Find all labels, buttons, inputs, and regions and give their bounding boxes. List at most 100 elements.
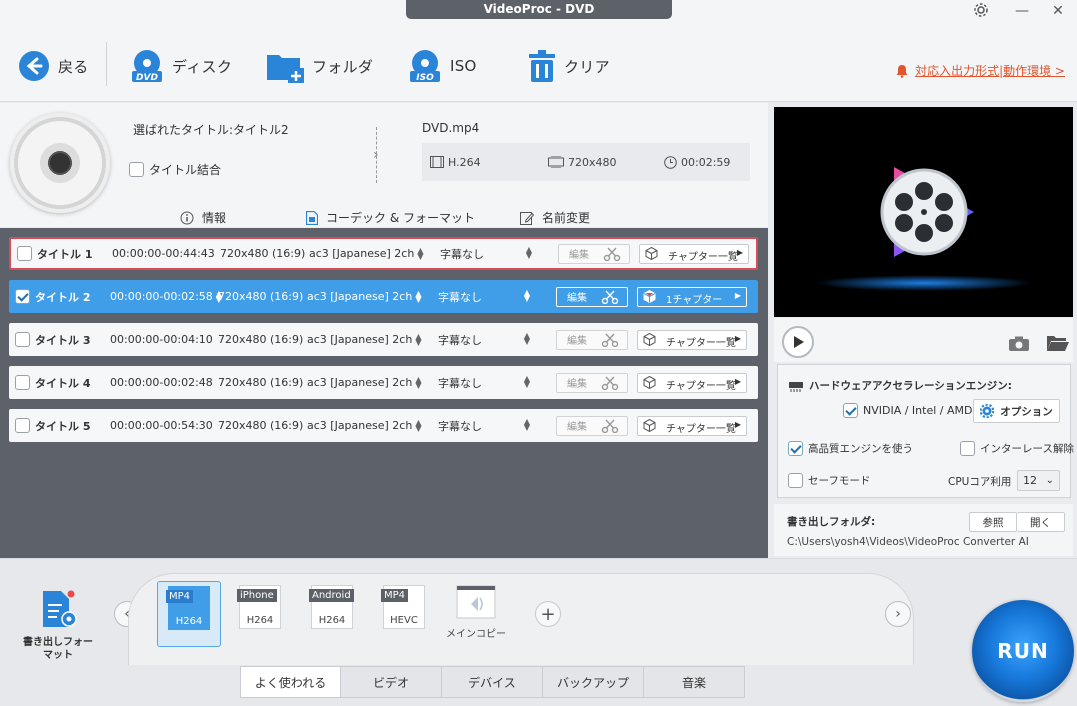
audio-track-select[interactable]: ac3 [Japanese] 2ch ▲ ▼ (307, 418, 422, 433)
title-row[interactable]: タイトル 3 00:00:00-00:04:10 720x480 (16:9) ac3… (9, 323, 758, 356)
chapter-list-button[interactable]: チャプター一覧 ▶ (639, 243, 749, 264)
title-time-text: 00:00:00-00:44:43 (112, 247, 215, 260)
output-codec: H.264 (448, 155, 481, 169)
title-checkbox[interactable] (15, 418, 30, 433)
merge-titles-checkbox[interactable]: タイトル結合 (129, 161, 221, 178)
hw-vendor-checkbox[interactable]: NVIDIA / Intel / AMD (843, 403, 972, 418)
back-button[interactable]: 戻る (18, 46, 89, 86)
title-resolution: 720x480 (16:9) (218, 290, 304, 303)
chapter-list-button[interactable]: 1チャプター ▶ (637, 286, 747, 307)
output-duration: 00:02:59 (681, 155, 731, 169)
toolbar-divider (106, 42, 107, 86)
gear-icon (980, 404, 995, 418)
tab-popular[interactable]: よく使われる (240, 666, 341, 698)
settings-gear-icon[interactable] (970, 2, 992, 20)
play-button[interactable] (782, 326, 814, 358)
dvd-disc-icon: DVD (132, 50, 162, 83)
chapter-list-button[interactable]: チャプター一覧 ▶ (637, 372, 747, 393)
edit-button[interactable]: 編集 (556, 329, 628, 350)
chapter-list-button[interactable]: チャプター一覧 ▶ (637, 329, 747, 350)
title-row[interactable]: タイトル 4 00:00:00-00:02:48 720x480 (16:9) ac3… (9, 366, 758, 399)
hq-engine-check[interactable] (788, 441, 803, 456)
title-time-range[interactable]: 00:00:00-00:54:30 (110, 419, 213, 432)
format-mp4-h264[interactable]: MP4 H264 (157, 581, 221, 647)
iso-button[interactable]: ISO ISO (408, 46, 477, 86)
subtitle-select[interactable]: 字幕なし ▲ ▼ (438, 331, 530, 348)
updown-icon: ▲ ▼ (523, 287, 530, 303)
subtitle-select[interactable]: 字幕なし ▲ ▼ (438, 417, 530, 434)
title-time-range[interactable]: 00:00:00-00:02:48 (110, 376, 213, 389)
audio-track-select[interactable]: ac3 [Japanese] 2ch ▲ ▼ (307, 290, 421, 304)
main-copy-icon (456, 585, 496, 619)
audio-track-select[interactable]: ac3 [Japanese] 2ch ▲ ▼ (309, 247, 423, 261)
caret-right-icon: ▶ (734, 376, 741, 386)
run-button[interactable]: RUN (972, 600, 1074, 702)
option-label: オプション (1000, 405, 1053, 418)
edit-button[interactable]: 編集 (556, 372, 628, 393)
hw-vendor-check[interactable] (843, 403, 858, 418)
edit-label: 編集 (567, 336, 587, 347)
edit-button[interactable]: 編集 (556, 415, 628, 436)
edit-label: 編集 (567, 379, 587, 390)
format-iphone-h264[interactable]: iPhone H264 (228, 581, 292, 647)
supported-formats-text: 対応入出力形式|動作環境 > (915, 64, 1065, 78)
title-checkbox[interactable] (15, 375, 30, 390)
safe-mode-check[interactable] (788, 473, 803, 488)
browse-button[interactable]: 参照 (969, 512, 1017, 532)
chapter-label: チャプター一覧 (666, 337, 736, 349)
audio-track-text: ac3 [Japanese] 2ch (307, 419, 413, 432)
updown-icon: ▲ ▼ (415, 418, 422, 433)
title-checkbox[interactable] (17, 246, 32, 261)
open-button[interactable]: 開く (1017, 512, 1065, 532)
option-button[interactable]: オプション (973, 399, 1060, 423)
title-time-range[interactable]: 00:00:00-00:04:10 (110, 333, 213, 346)
format-main-copy[interactable]: メインコピー (444, 581, 508, 647)
subtitle-select[interactable]: 字幕なし ▲ ▼ (438, 287, 530, 305)
scissors-icon (601, 419, 619, 433)
chapter-list-button[interactable]: チャプター一覧 ▶ (637, 415, 747, 436)
minimize-icon[interactable]: — (1011, 2, 1033, 20)
disc-button[interactable]: DVD ディスク (130, 46, 232, 86)
dvd-disc-image (10, 113, 110, 213)
trash-icon (529, 50, 555, 82)
export-format-button[interactable]: 書き出しフォーマット (22, 589, 94, 662)
open-folder-icon[interactable] (1046, 335, 1070, 352)
tab-music[interactable]: 音楽 (644, 666, 745, 698)
tab-info[interactable]: 情報 (180, 209, 226, 226)
tab-codec-format[interactable]: コーデック & フォーマット (306, 209, 475, 226)
tab-device[interactable]: デバイス (442, 666, 543, 698)
deinterlace-check[interactable] (960, 441, 975, 456)
safe-mode-checkbox[interactable]: セーフモード (788, 473, 870, 488)
hq-engine-checkbox[interactable]: 高品質エンジンを使う (788, 441, 913, 456)
subtitle-select[interactable]: 字幕なし ▲ ▼ (438, 374, 530, 391)
edit-label: 編集 (567, 293, 587, 304)
supported-formats-link[interactable]: 対応入出力形式|動作環境 > (895, 62, 1065, 79)
title-row[interactable]: タイトル 2 00:00:00-00:02:58 ▲ ▼ 720x480 (16:9) a… (9, 280, 758, 313)
title-row[interactable]: タイトル 5 00:00:00-00:54:30 720x480 (16:9) ac3… (9, 409, 758, 442)
format-android-h264[interactable]: Android H264 (300, 581, 364, 647)
audio-track-select[interactable]: ac3 [Japanese] 2ch ▲ ▼ (307, 333, 421, 347)
camera-icon[interactable] (1008, 336, 1030, 352)
format-mp4-hevc[interactable]: MP4 HEVC (372, 581, 436, 647)
tab-video[interactable]: ビデオ (341, 666, 442, 698)
format-next-button[interactable]: › (885, 601, 911, 627)
add-format-button[interactable]: + (535, 601, 561, 627)
audio-track-select[interactable]: ac3 [Japanese] 2ch ▲ ▼ (307, 376, 421, 390)
edit-button[interactable]: 編集 (556, 286, 628, 307)
title-checkbox[interactable] (15, 332, 30, 347)
clear-button[interactable]: クリア (528, 46, 610, 86)
edit-button[interactable]: 編集 (558, 243, 630, 264)
title-resolution: 720x480 (16:9) (218, 419, 304, 432)
tab-rename[interactable]: 名前変更 (520, 209, 590, 226)
title-row[interactable]: タイトル 1 00:00:00-00:44:43 720x480 (16:9) ac3… (9, 237, 758, 270)
folder-button[interactable]: フォルダ (266, 46, 373, 86)
cpu-core-select[interactable]: 12 ⌄ (1017, 470, 1060, 491)
subtitle-select[interactable]: 字幕なし ▲ ▼ (440, 245, 532, 262)
title-time-range[interactable]: 00:00:00-00:44:43 (112, 247, 215, 260)
title-checkbox[interactable] (15, 289, 30, 304)
tab-backup[interactable]: バックアップ (543, 666, 644, 698)
title-time-range[interactable]: 00:00:00-00:02:58 ▲ ▼ (110, 290, 222, 304)
merge-checkbox-box[interactable] (129, 162, 144, 177)
close-icon[interactable]: ✕ (1047, 2, 1069, 20)
deinterlace-checkbox[interactable]: インターレース解除 (960, 441, 1074, 456)
